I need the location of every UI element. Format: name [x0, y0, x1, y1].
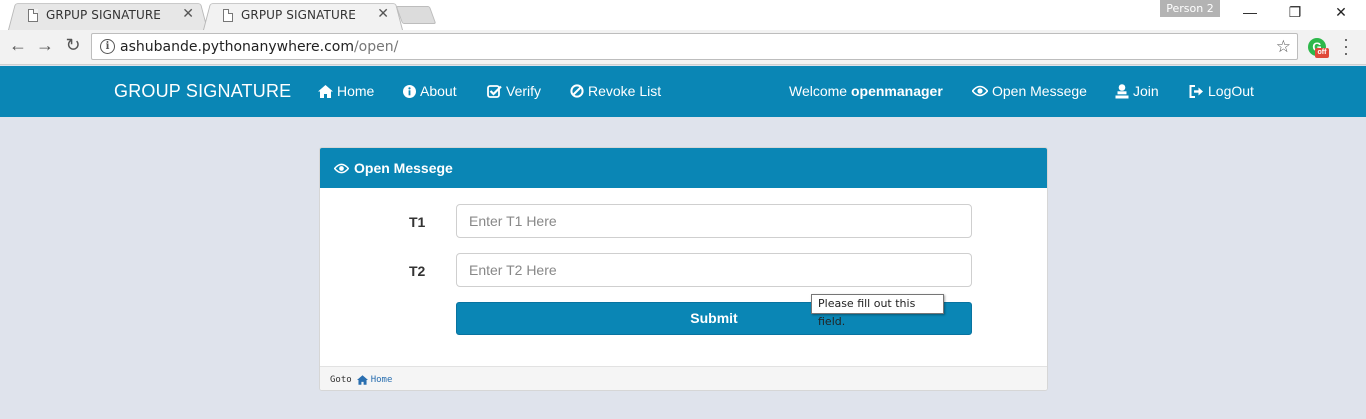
check-square-icon [487, 85, 502, 98]
nav-home[interactable]: Home [318, 83, 374, 99]
footer-home-label: Home [370, 374, 393, 385]
panel-title: Open Messege [354, 160, 453, 176]
nav-join[interactable]: Join [1115, 83, 1159, 99]
browser-tab-1[interactable]: GRPUP SIGNATURE ✕ [8, 1, 208, 31]
browser-menu-icon[interactable]: · · · [1340, 30, 1352, 62]
browser-tab-title: GRPUP SIGNATURE [46, 8, 161, 22]
url-path: /open/ [353, 39, 399, 55]
back-arrow-icon[interactable]: ← [6, 35, 30, 56]
footer-home-link[interactable]: Home [356, 374, 393, 385]
nav-revoke-list[interactable]: Revoke List [570, 83, 661, 99]
close-window-icon[interactable]: ✕ [1331, 4, 1351, 21]
reload-icon[interactable]: ↻ [61, 35, 85, 56]
t1-label: T1 [409, 214, 426, 230]
address-bar[interactable]: i ashubande.pythonanywhere.com/open/ ☆ [91, 33, 1298, 60]
t2-input[interactable] [456, 253, 972, 287]
panel-header: Open Messege [320, 148, 1047, 188]
nav-logout-label: LogOut [1208, 83, 1254, 99]
info-icon [403, 84, 416, 98]
browser-tab-2[interactable]: GRPUP SIGNATURE ✕ [203, 1, 403, 31]
nav-join-label: Join [1133, 83, 1159, 99]
panel-footer: Goto Home [320, 366, 1047, 390]
forward-arrow-icon[interactable]: → [33, 35, 57, 56]
nav-logout[interactable]: LogOut [1189, 83, 1254, 99]
eye-icon [334, 163, 349, 173]
nav-open-message[interactable]: Open Messege [972, 83, 1087, 99]
open-message-panel: Open Messege T1 T2 Submit Please fill ou… [319, 147, 1048, 391]
bookmark-star-icon[interactable]: ☆ [1276, 37, 1291, 57]
nav-verify[interactable]: Verify [487, 83, 541, 99]
new-tab-button[interactable] [395, 6, 437, 24]
t1-input[interactable] [456, 204, 972, 238]
close-tab-icon[interactable]: ✕ [377, 6, 389, 22]
welcome-prefix: Welcome [789, 83, 848, 99]
user-icon [1115, 83, 1129, 98]
restore-icon[interactable]: ❐ [1285, 4, 1305, 21]
document-icon [28, 9, 38, 22]
address-url: ashubande.pythonanywhere.com/open/ [120, 39, 398, 55]
nav-home-label: Home [337, 83, 375, 99]
home-icon [356, 374, 368, 385]
validation-tooltip: Please fill out this field. [811, 294, 944, 328]
minimize-icon[interactable]: — [1240, 4, 1260, 20]
eye-icon [972, 85, 988, 97]
welcome-text: Welcome openmanager [789, 83, 943, 99]
extension-badge: off [1315, 48, 1329, 58]
logout-icon [1189, 84, 1203, 98]
nav-verify-label: Verify [506, 83, 542, 99]
profile-badge[interactable]: Person 2 [1160, 0, 1220, 17]
goto-label: Goto [330, 374, 352, 385]
nav-about-label: About [420, 83, 457, 99]
ban-icon [570, 84, 584, 98]
nav-about[interactable]: About [403, 83, 457, 99]
browser-toolbar: ← → ↻ i ashubande.pythonanywhere.com/ope… [0, 30, 1366, 65]
username: openmanager [850, 83, 943, 99]
document-icon [223, 9, 233, 22]
site-info-icon[interactable]: i [100, 39, 115, 54]
home-icon [318, 84, 333, 98]
close-tab-icon[interactable]: ✕ [182, 6, 194, 22]
nav-revoke-list-label: Revoke List [588, 83, 662, 99]
nav-open-message-label: Open Messege [992, 83, 1087, 99]
browser-tab-title: GRPUP SIGNATURE [241, 8, 356, 22]
browser-tabstrip: GRPUP SIGNATURE ✕ GRPUP SIGNATURE ✕ Pers… [0, 0, 1366, 31]
brand-title[interactable]: GROUP SIGNATURE [114, 81, 291, 102]
extension-icon[interactable]: Goff [1308, 38, 1329, 58]
url-host: ashubande.pythonanywhere.com [120, 39, 354, 55]
t2-label: T2 [409, 263, 426, 279]
site-navbar: GROUP SIGNATURE Home About Verify Revoke… [0, 66, 1366, 117]
